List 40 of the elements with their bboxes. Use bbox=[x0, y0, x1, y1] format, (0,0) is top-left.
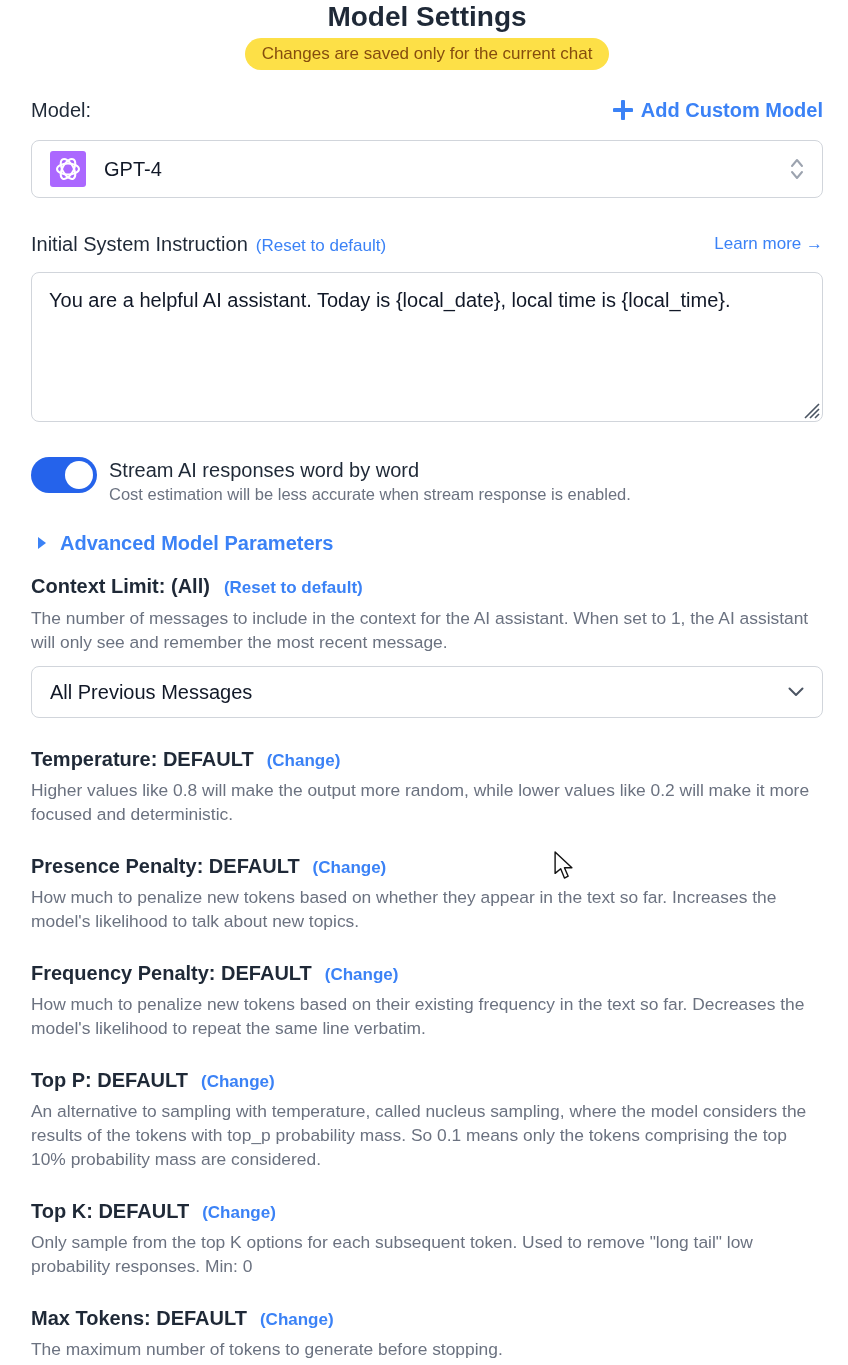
learn-more-link[interactable]: Learn more → bbox=[714, 232, 823, 256]
field-label: Initial System Instruction bbox=[31, 232, 248, 257]
chevron-up-down-icon bbox=[790, 157, 804, 181]
change-link[interactable]: (Change) bbox=[266, 749, 341, 773]
change-link[interactable]: (Change) bbox=[259, 1308, 334, 1332]
field-description: The number of messages to include in the context for the AI assistant. When set to 1, the AI assistant will only see and remember the most recent message. bbox=[31, 607, 810, 654]
toggle-hint: Cost estimation will be less accurate when stream response is enabled. bbox=[109, 484, 631, 505]
parameter-description: Higher values like 0.8 will make the output more random, while lower values like 0.2 will make it more focused and deterministic. bbox=[31, 779, 811, 826]
parameter-label: Temperature: DEFAULT bbox=[31, 747, 254, 772]
field-label: Context Limit: (All) bbox=[31, 574, 210, 599]
context-limit-select[interactable]: All Previous Messages bbox=[31, 666, 823, 718]
parameter-description: How much to penalize new tokens based on whether they appear in the text so far. Increases the model's likelihood to talk about new topics. bbox=[31, 886, 778, 933]
parameter-description: An alternative to sampling with temperature, called nucleus sampling, where the model considers the results of the tokens with top_p probability mass. So 0.1 means only the tokens comprising the top 10% probability mass are considered. bbox=[31, 1100, 808, 1171]
mouse-cursor-icon bbox=[554, 851, 573, 879]
parameter-label: Presence Penalty: DEFAULT bbox=[31, 854, 300, 879]
page-title: Model Settings bbox=[327, 1, 527, 32]
plus-icon bbox=[612, 100, 633, 120]
system-instruction-field[interactable]: You are a helpful AI assistant. Today is {local_date}, local time is {local_time}. bbox=[31, 272, 823, 422]
model-select[interactable]: GPT-4 bbox=[31, 140, 823, 198]
parameter-label: Max Tokens: DEFAULT bbox=[31, 1306, 247, 1331]
logo-icon bbox=[50, 151, 86, 187]
model-label: Model: bbox=[31, 98, 92, 123]
parameter-label: Top P: DEFAULT bbox=[31, 1068, 188, 1093]
toggle-label: Stream AI responses word by word bbox=[109, 458, 421, 483]
parameter-description: Only sample from the top K options for each subsequent token. Used to remove "long tail" low probability responses. Min: 0 bbox=[31, 1231, 754, 1278]
notice-badge: Changes are saved only for the current chat bbox=[244, 38, 610, 70]
parameter-description: The maximum number of tokens to generate before stopping. bbox=[31, 1338, 504, 1361]
parameter-label: Frequency Penalty: DEFAULT bbox=[31, 961, 312, 986]
parameter-description: How much to penalize new tokens based on their existing frequency in the text so far. Decreases the model's likelihood to repeat the same line verbatim. bbox=[31, 993, 806, 1040]
parameter-label: Top K: DEFAULT bbox=[31, 1199, 190, 1224]
change-link[interactable]: (Change) bbox=[312, 856, 387, 880]
stream-toggle[interactable] bbox=[31, 457, 97, 493]
change-link[interactable]: (Change) bbox=[201, 1070, 275, 1094]
advanced-parameters-toggle[interactable]: Advanced Model Parameters bbox=[31, 529, 334, 557]
reset-link[interactable]: (Reset to default) bbox=[255, 234, 387, 258]
chevron-down-icon bbox=[788, 687, 804, 697]
add-custom-model-link[interactable]: Add Custom Model bbox=[612, 96, 823, 124]
reset-link[interactable]: (Reset to default) bbox=[223, 576, 363, 600]
change-link[interactable]: (Change) bbox=[324, 963, 399, 987]
change-link[interactable]: (Change) bbox=[202, 1201, 276, 1225]
